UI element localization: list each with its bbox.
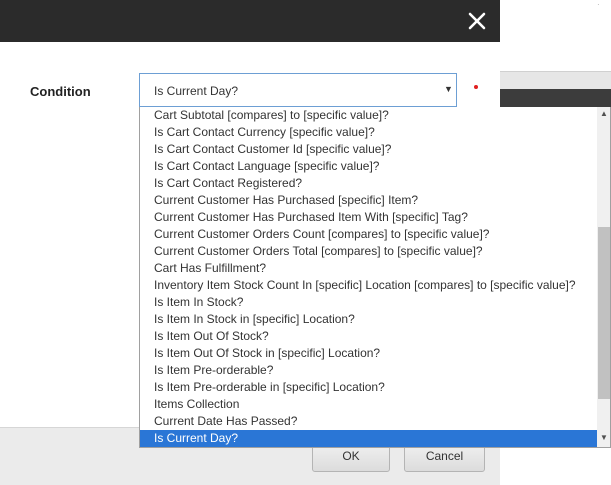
dropdown-option[interactable]: Is Item Pre-orderable? xyxy=(140,362,597,379)
chevron-down-icon: ▼ xyxy=(444,84,453,94)
condition-select[interactable]: Is Current Day? ▼ xyxy=(139,73,457,107)
background-header-strip xyxy=(500,89,611,107)
dropdown-option-selected[interactable]: Is Current Day? xyxy=(140,430,597,447)
scroll-up-arrow-icon[interactable]: ▲ xyxy=(597,107,610,121)
dropdown-option[interactable]: Current Customer Orders Total [compares]… xyxy=(140,243,597,260)
dialog-header xyxy=(0,0,500,42)
scroll-thumb[interactable] xyxy=(598,227,610,399)
dropdown-option[interactable]: Cart Has Fulfillment? xyxy=(140,260,597,277)
background-mark: · xyxy=(597,0,600,9)
dropdown-options: Cart Subtotal [compares] to [specific va… xyxy=(140,107,597,447)
dropdown-option[interactable]: Current Customer Orders Count [compares]… xyxy=(140,226,597,243)
scroll-down-arrow-icon[interactable]: ▼ xyxy=(597,431,610,445)
condition-label: Condition xyxy=(30,84,91,99)
dropdown-option[interactable]: Is Item Out Of Stock in [specific] Locat… xyxy=(140,345,597,362)
dropdown-option[interactable]: Cart Subtotal [compares] to [specific va… xyxy=(140,107,597,124)
dropdown-option[interactable]: Is Item In Stock? xyxy=(140,294,597,311)
dropdown-option[interactable]: Is Cart Contact Registered? xyxy=(140,175,597,192)
dropdown-option[interactable]: Current Customer Has Purchased Item With… xyxy=(140,209,597,226)
dropdown-option[interactable]: Current Date Has Passed? xyxy=(140,413,597,430)
condition-select-value: Is Current Day? xyxy=(154,84,239,98)
dropdown-option[interactable]: Items Collection xyxy=(140,396,597,413)
dropdown-option[interactable]: Is Cart Contact Language [specific value… xyxy=(140,158,597,175)
dropdown-option[interactable]: Current Customer Has Purchased [specific… xyxy=(140,192,597,209)
close-icon[interactable] xyxy=(462,6,492,36)
dropdown-option[interactable]: Is Cart Contact Customer Id [specific va… xyxy=(140,141,597,158)
background-toolbar xyxy=(500,71,611,90)
dropdown-option[interactable]: Is Item Out Of Stock? xyxy=(140,328,597,345)
condition-dropdown-list[interactable]: Cart Subtotal [compares] to [specific va… xyxy=(139,107,611,448)
dropdown-option[interactable]: Inventory Item Stock Count In [specific]… xyxy=(140,277,597,294)
dropdown-option[interactable]: Is Item Pre-orderable in [specific] Loca… xyxy=(140,379,597,396)
dropdown-option[interactable]: Is Item In Stock in [specific] Location? xyxy=(140,311,597,328)
required-indicator xyxy=(474,85,478,89)
dropdown-scrollbar[interactable]: ▲ ▼ xyxy=(597,107,610,447)
dropdown-option[interactable]: Is Cart Contact Currency [specific value… xyxy=(140,124,597,141)
